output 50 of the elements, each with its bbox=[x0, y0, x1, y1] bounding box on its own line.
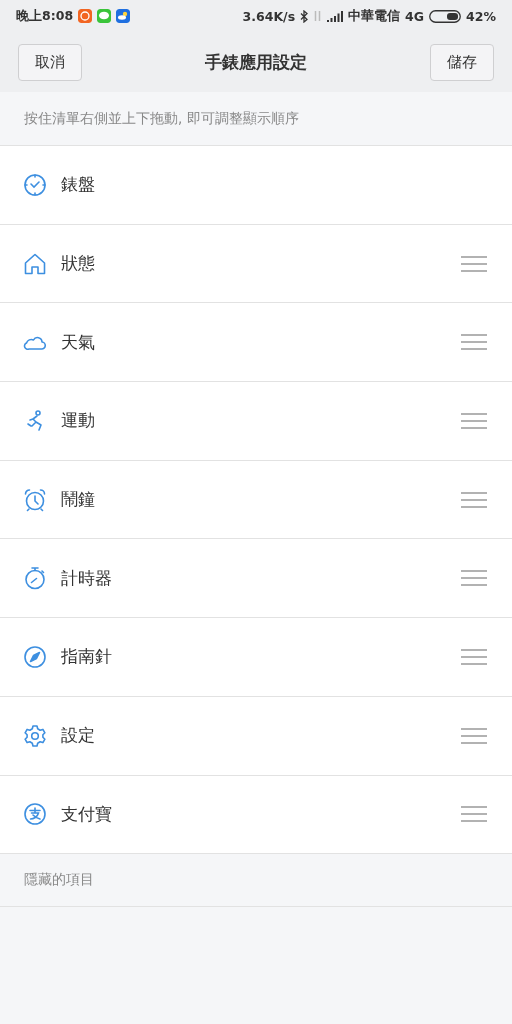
alarm-clock-icon bbox=[23, 487, 47, 512]
payment-icon bbox=[23, 802, 47, 827]
instruction-text: 按住清單右側並上下拖動, 即可調整顯示順序 bbox=[24, 109, 299, 128]
status-time: 晚上8:08 bbox=[16, 7, 74, 25]
app-name: 天氣 bbox=[61, 330, 96, 354]
section-title: 隱藏的項目 bbox=[24, 871, 94, 890]
network-speed: 3.64K/s bbox=[242, 8, 296, 24]
drag-handle-icon[interactable] bbox=[461, 648, 487, 665]
network-type: 4G bbox=[405, 8, 425, 24]
app-list-row[interactable]: 鬧鐘 bbox=[0, 460, 512, 540]
save-button[interactable]: 儲存 bbox=[430, 43, 494, 81]
app-name: 運動 bbox=[61, 409, 96, 433]
app-list-row[interactable]: 計時器 bbox=[0, 539, 512, 619]
drag-handle-icon[interactable] bbox=[461, 334, 487, 351]
battery-icon bbox=[429, 9, 462, 23]
drag-handle-icon[interactable] bbox=[461, 727, 487, 744]
app-name: 鬧鐘 bbox=[61, 488, 96, 512]
weather-app-icon bbox=[116, 9, 131, 23]
app-name: 計時器 bbox=[61, 566, 113, 590]
settings-icon bbox=[23, 723, 47, 748]
drag-handle-icon[interactable] bbox=[461, 255, 487, 272]
bluetooth-icon bbox=[300, 9, 309, 23]
compass-icon bbox=[23, 644, 47, 669]
home-icon bbox=[23, 251, 47, 276]
drag-handle-icon[interactable] bbox=[461, 806, 487, 823]
app-name: 狀態 bbox=[61, 252, 96, 276]
app-name: 設定 bbox=[61, 724, 96, 748]
app-name: 指南針 bbox=[61, 645, 113, 669]
page-title: 手錶應用設定 bbox=[205, 50, 307, 74]
chat-app-icon bbox=[97, 9, 112, 23]
app-list-row[interactable]: 錶盤 bbox=[0, 146, 512, 225]
drag-handle-icon[interactable] bbox=[461, 491, 487, 508]
app-list-row[interactable]: 狀態 bbox=[0, 224, 512, 304]
app-list-row[interactable]: 設定 bbox=[0, 696, 512, 776]
cancel-button[interactable]: 取消 bbox=[18, 43, 82, 81]
app-list-row[interactable]: 支付寶 bbox=[0, 775, 512, 855]
app-list-row[interactable]: 天氣 bbox=[0, 303, 512, 383]
signal-icon bbox=[327, 10, 344, 22]
drag-handle-icon[interactable] bbox=[461, 570, 487, 587]
clock-icon bbox=[23, 172, 47, 197]
carrier-name: 中華電信 bbox=[348, 7, 401, 25]
data-arrows-icon bbox=[313, 10, 323, 22]
app-list-row[interactable]: 運動 bbox=[0, 382, 512, 461]
app-list-row[interactable]: 指南針 bbox=[0, 618, 512, 697]
app-name: 錶盤 bbox=[61, 173, 96, 197]
battery-level: 42% bbox=[466, 8, 496, 24]
drag-handle-icon[interactable] bbox=[461, 412, 487, 429]
app-name: 支付寶 bbox=[61, 802, 113, 826]
camera-app-icon bbox=[78, 9, 93, 23]
stopwatch-icon bbox=[23, 566, 47, 591]
